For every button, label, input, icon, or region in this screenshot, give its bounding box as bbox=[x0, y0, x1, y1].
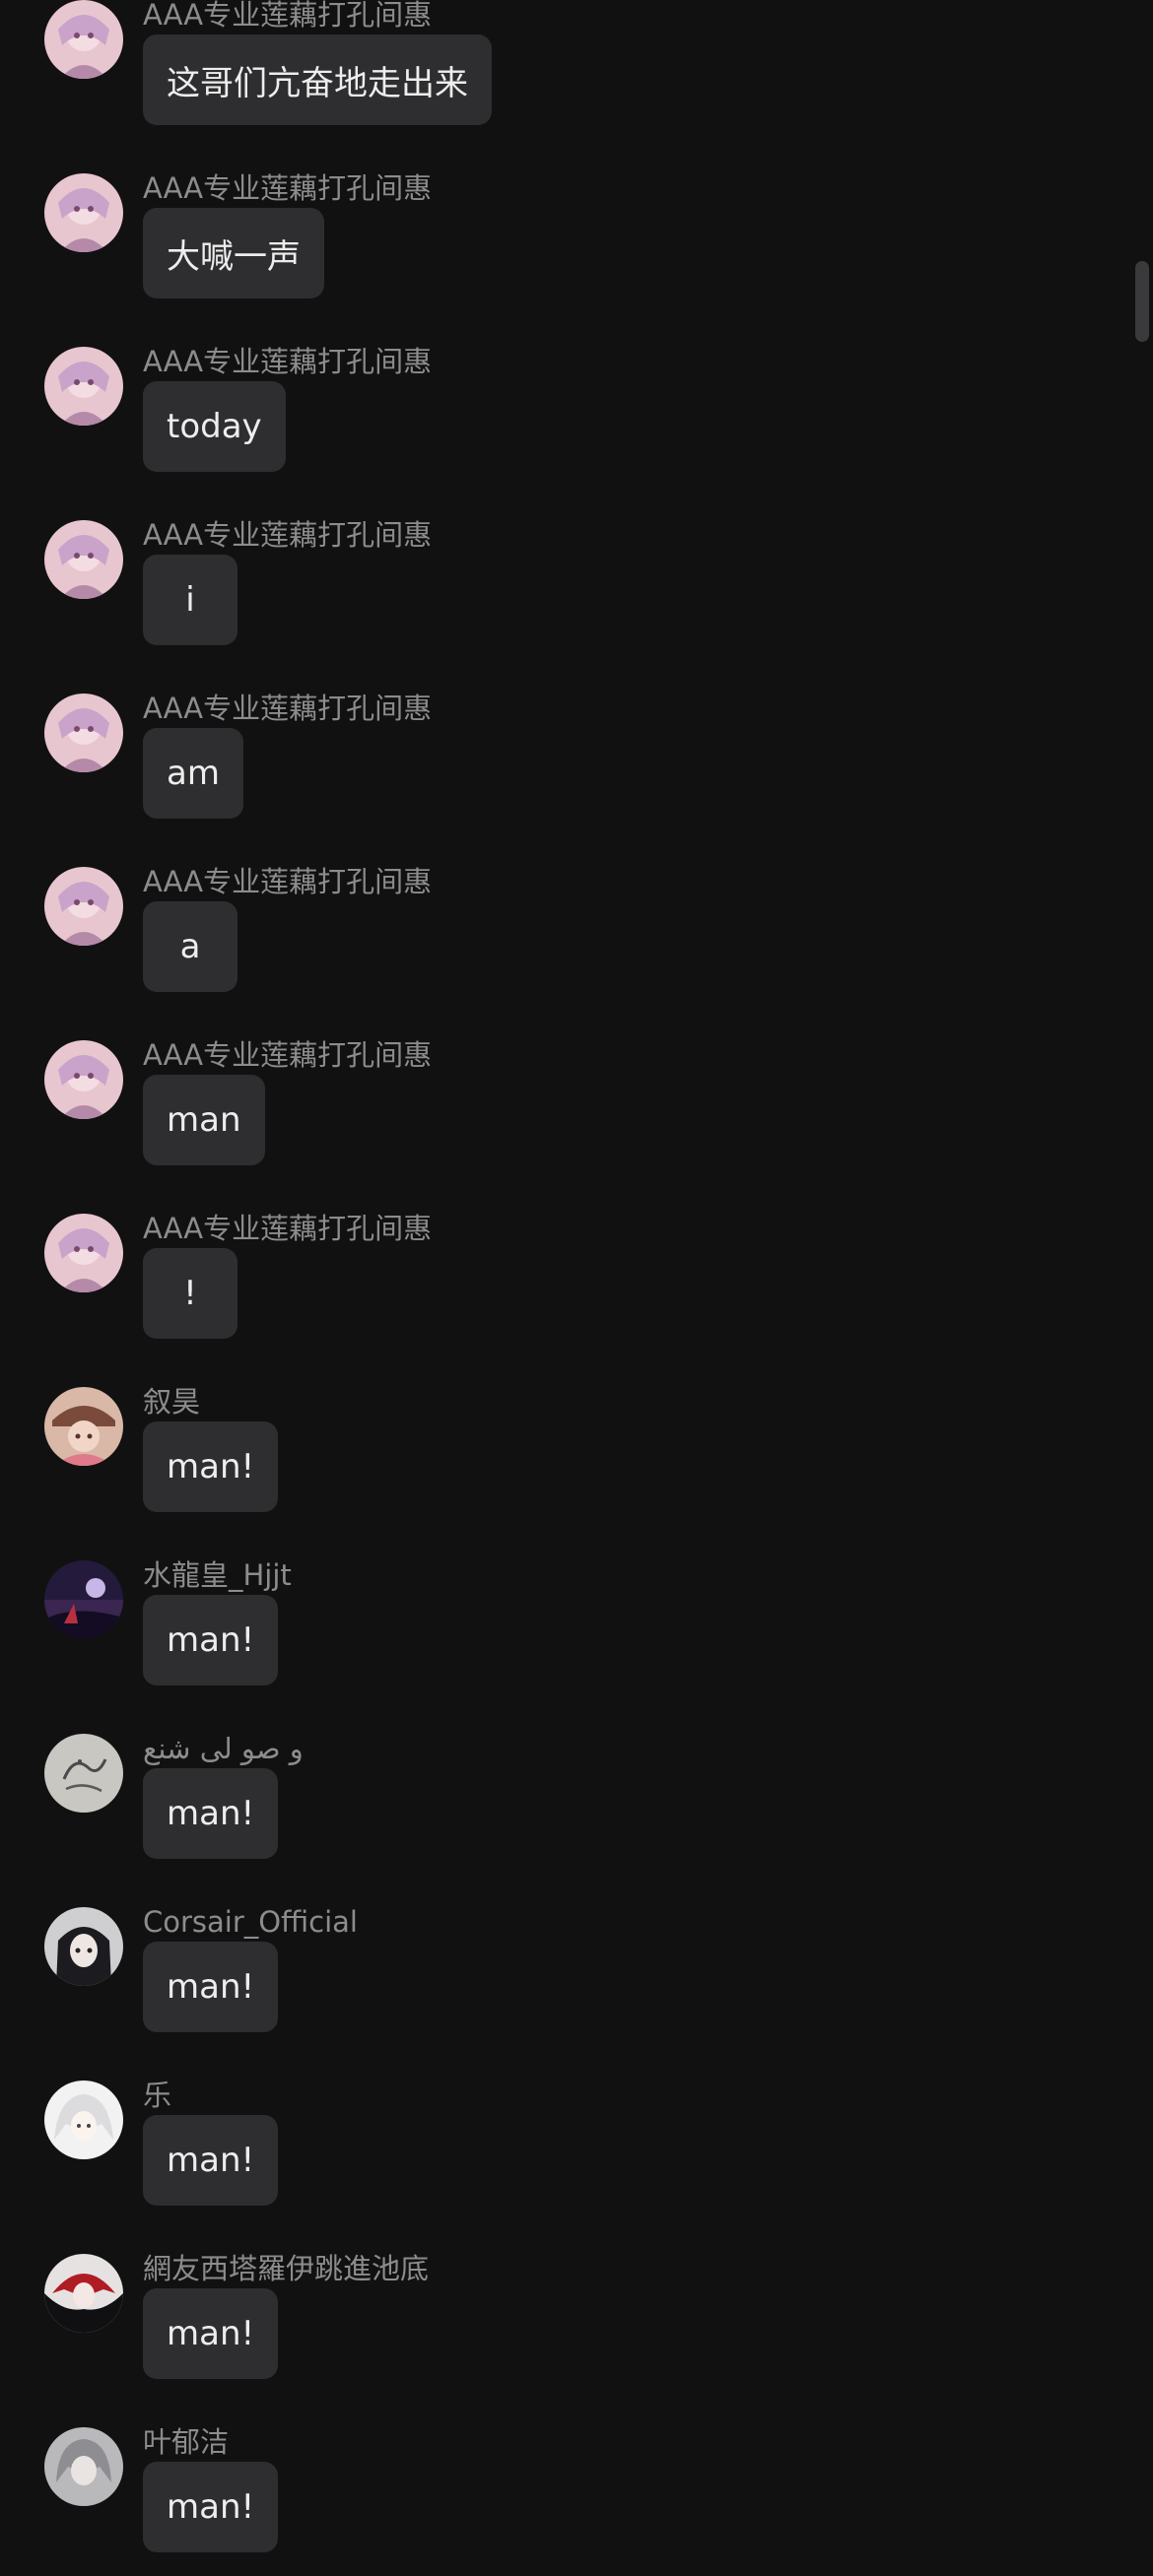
message-row: و صو لی شنع man! bbox=[0, 1709, 1153, 1882]
message-bubble[interactable]: am bbox=[143, 728, 243, 819]
message-row: AAA专业莲藕打孔间惠 today bbox=[0, 322, 1153, 495]
message-bubble[interactable]: today bbox=[143, 381, 286, 472]
sender-name: AAA专业莲藕打孔间惠 bbox=[143, 1038, 433, 1072]
message-row: 乐 man! bbox=[0, 2056, 1153, 2229]
message-row: AAA专业莲藕打孔间惠 man bbox=[0, 1016, 1153, 1189]
message-row: AAA专业莲藕打孔间惠 大喊一声 bbox=[0, 149, 1153, 322]
night-sky-avatar[interactable] bbox=[44, 1560, 123, 1639]
sender-name: 乐 bbox=[143, 2079, 172, 2112]
sender-name: 網友西塔羅伊跳進池底 bbox=[143, 2252, 430, 2285]
chat-message-list: AAA专业莲藕打孔间惠 这哥们亢奋地走出来 AAA专业莲藕打孔间惠 大喊一声 A… bbox=[0, 0, 1153, 2576]
sender-name: 叙昊 bbox=[143, 1385, 201, 1419]
sender-name: 叶郁洁 bbox=[143, 2425, 230, 2459]
sender-name: AAA专业莲藕打孔间惠 bbox=[143, 1212, 433, 1245]
message-bubble[interactable]: ! bbox=[143, 1248, 237, 1339]
pink-anime-avatar[interactable] bbox=[44, 1040, 123, 1119]
pink-anime-avatar[interactable] bbox=[44, 347, 123, 426]
pink-anime-avatar[interactable] bbox=[44, 520, 123, 599]
sender-name: AAA专业莲藕打孔间惠 bbox=[143, 345, 433, 378]
pink-anime-avatar[interactable] bbox=[44, 173, 123, 252]
message-row: AAA专业莲藕打孔间惠 ! bbox=[0, 1189, 1153, 1362]
message-row: 水龍皇_Hjjt man! bbox=[0, 1536, 1153, 1709]
scrollbar-thumb[interactable] bbox=[1135, 261, 1149, 342]
message-row: AAA专业莲藕打孔间惠 i bbox=[0, 495, 1153, 669]
message-bubble[interactable]: a bbox=[143, 901, 237, 992]
white-hair-avatar[interactable] bbox=[44, 2081, 123, 2159]
message-bubble[interactable]: man! bbox=[143, 2462, 279, 2552]
message-row: 網友西塔羅伊跳進池底 man! bbox=[0, 2229, 1153, 2403]
message-bubble[interactable]: man! bbox=[143, 1421, 279, 1512]
sender-name: 水龍皇_Hjjt bbox=[143, 1558, 292, 1592]
message-bubble[interactable]: man! bbox=[143, 2288, 279, 2379]
message-row: Corsair_Official man! bbox=[0, 1882, 1153, 2056]
message-bubble[interactable]: man! bbox=[143, 1768, 279, 1859]
message-row: AAA专业莲藕打孔间惠 这哥们亢奋地走出来 bbox=[0, 0, 1153, 149]
red-black-avatar[interactable] bbox=[44, 2254, 123, 2333]
message-row: AAA专业莲藕打孔间惠 am bbox=[0, 669, 1153, 842]
sender-name: AAA专业莲藕打孔间惠 bbox=[143, 0, 433, 32]
pink-anime-avatar[interactable] bbox=[44, 0, 123, 79]
pink-anime-avatar[interactable] bbox=[44, 694, 123, 772]
sender-name: Corsair_Official bbox=[143, 1905, 358, 1939]
message-bubble[interactable]: 大喊一声 bbox=[143, 208, 324, 298]
message-bubble[interactable]: man! bbox=[143, 1942, 279, 2032]
pink-anime-avatar[interactable] bbox=[44, 1214, 123, 1292]
message-bubble[interactable]: man! bbox=[143, 2115, 279, 2206]
sender-name: AAA专业莲藕打孔间惠 bbox=[143, 692, 433, 725]
message-row: 叙昊 man! bbox=[0, 1362, 1153, 1536]
message-row: AAA专业莲藕打孔间惠 a bbox=[0, 842, 1153, 1016]
hat-girl-avatar[interactable] bbox=[44, 1387, 123, 1466]
gray-anime-avatar[interactable] bbox=[44, 2427, 123, 2506]
sender-name: AAA专业莲藕打孔间惠 bbox=[143, 171, 433, 205]
message-bubble[interactable]: man! bbox=[143, 1595, 279, 1685]
dark-hair-avatar[interactable] bbox=[44, 1907, 123, 1986]
pink-anime-avatar[interactable] bbox=[44, 867, 123, 946]
sender-name: AAA专业莲藕打孔间惠 bbox=[143, 865, 433, 898]
message-bubble[interactable]: man bbox=[143, 1075, 265, 1165]
calligraphy-avatar[interactable] bbox=[44, 1734, 123, 1813]
sender-name: AAA专业莲藕打孔间惠 bbox=[143, 518, 433, 552]
message-bubble[interactable]: 这哥们亢奋地走出来 bbox=[143, 34, 492, 125]
sender-name: و صو لی شنع bbox=[143, 1732, 304, 1765]
message-row: 叶郁洁 man! bbox=[0, 2403, 1153, 2576]
message-bubble[interactable]: i bbox=[143, 555, 237, 645]
